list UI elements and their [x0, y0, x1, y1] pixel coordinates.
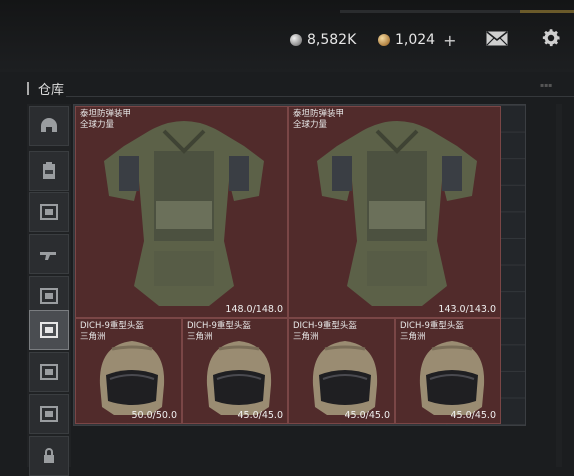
item-name: DICH-9重型头盔 [400, 321, 464, 331]
section-title-text: 仓库 [38, 82, 65, 98]
inventory-item-helmet[interactable]: DICH-9重型头盔 三角洲 50.0/50.0 [75, 318, 182, 424]
scrollbar[interactable] [556, 104, 562, 467]
gold-coin-icon [378, 34, 390, 46]
rifle-icon [40, 252, 56, 260]
item-name: DICH-9重型头盔 [293, 321, 357, 331]
gear-icon[interactable] [540, 27, 562, 49]
storage-icon [40, 364, 58, 380]
silver-amount: 8,582K [307, 32, 357, 48]
inventory-item-helmet[interactable]: DICH-9重型头盔 三角洲 45.0/45.0 [288, 318, 395, 424]
item-name: 泰坦防弹装甲 [80, 109, 132, 119]
sidebar-item-storage-3[interactable] [29, 310, 69, 350]
helmet-icon [312, 341, 378, 415]
helmet-icon [99, 341, 165, 415]
item-faction: 全球力量 [80, 120, 115, 130]
storage-icon [40, 322, 58, 338]
add-currency-button[interactable]: + [443, 31, 456, 50]
sidebar-item-backpack[interactable] [29, 151, 69, 191]
item-durability: 45.0/45.0 [237, 410, 283, 421]
body-armor-icon [104, 121, 264, 306]
header-decoration: ▪▪▪ [540, 82, 553, 89]
mail-icon[interactable] [486, 31, 508, 46]
item-durability: 148.0/148.0 [225, 304, 283, 315]
top-divider [340, 10, 574, 13]
helmet-icon [419, 341, 485, 415]
item-durability: 143.0/143.0 [438, 304, 496, 315]
storage-icon [40, 204, 58, 220]
title-marker [27, 81, 29, 95]
lock-icon [44, 448, 54, 463]
sidebar-item-locked[interactable] [29, 436, 69, 476]
item-faction: 三角洲 [187, 332, 213, 342]
body-armor-icon [317, 121, 477, 306]
item-faction: 三角洲 [400, 332, 426, 342]
helmet-icon [206, 341, 272, 415]
section-title: 仓库 [27, 80, 65, 98]
sidebar-item-weapon[interactable] [29, 234, 69, 274]
item-durability: 45.0/45.0 [450, 410, 496, 421]
currency-silver: 8,582K [290, 30, 356, 50]
item-faction: 三角洲 [80, 332, 106, 342]
sidebar-item-storage-5[interactable] [29, 394, 69, 434]
inventory-item-helmet[interactable]: DICH-9重型头盔 三角洲 45.0/45.0 [182, 318, 288, 424]
sidebar-item-storage-4[interactable] [29, 352, 69, 392]
inventory-item-armor[interactable]: 泰坦防弹装甲 全球力量 143.0/143.0 [288, 106, 501, 318]
item-durability: 50.0/50.0 [131, 410, 177, 421]
item-name: 泰坦防弹装甲 [293, 109, 345, 119]
item-name: DICH-9重型头盔 [187, 321, 251, 331]
header-divider [66, 96, 574, 97]
item-name: DICH-9重型头盔 [80, 321, 144, 331]
item-faction: 全球力量 [293, 120, 328, 130]
top-accent [520, 10, 574, 13]
item-durability: 45.0/45.0 [344, 410, 390, 421]
sidebar-item-helmet[interactable] [29, 106, 69, 146]
backpack-icon [43, 162, 55, 179]
inventory-item-armor[interactable]: 泰坦防弹装甲 全球力量 148.0/148.0 [75, 106, 288, 318]
sidebar-item-storage-1[interactable] [29, 192, 69, 232]
storage-icon [40, 288, 58, 304]
helmet-icon [41, 118, 57, 132]
category-sidebar [27, 104, 71, 476]
inventory-item-helmet[interactable]: DICH-9重型头盔 三角洲 45.0/45.0 [395, 318, 501, 424]
item-faction: 三角洲 [293, 332, 319, 342]
storage-icon [40, 406, 58, 422]
gold-amount: 1,024 [395, 32, 436, 48]
silver-coin-icon [290, 34, 302, 46]
currency-gold: 1,024 + [378, 30, 457, 50]
